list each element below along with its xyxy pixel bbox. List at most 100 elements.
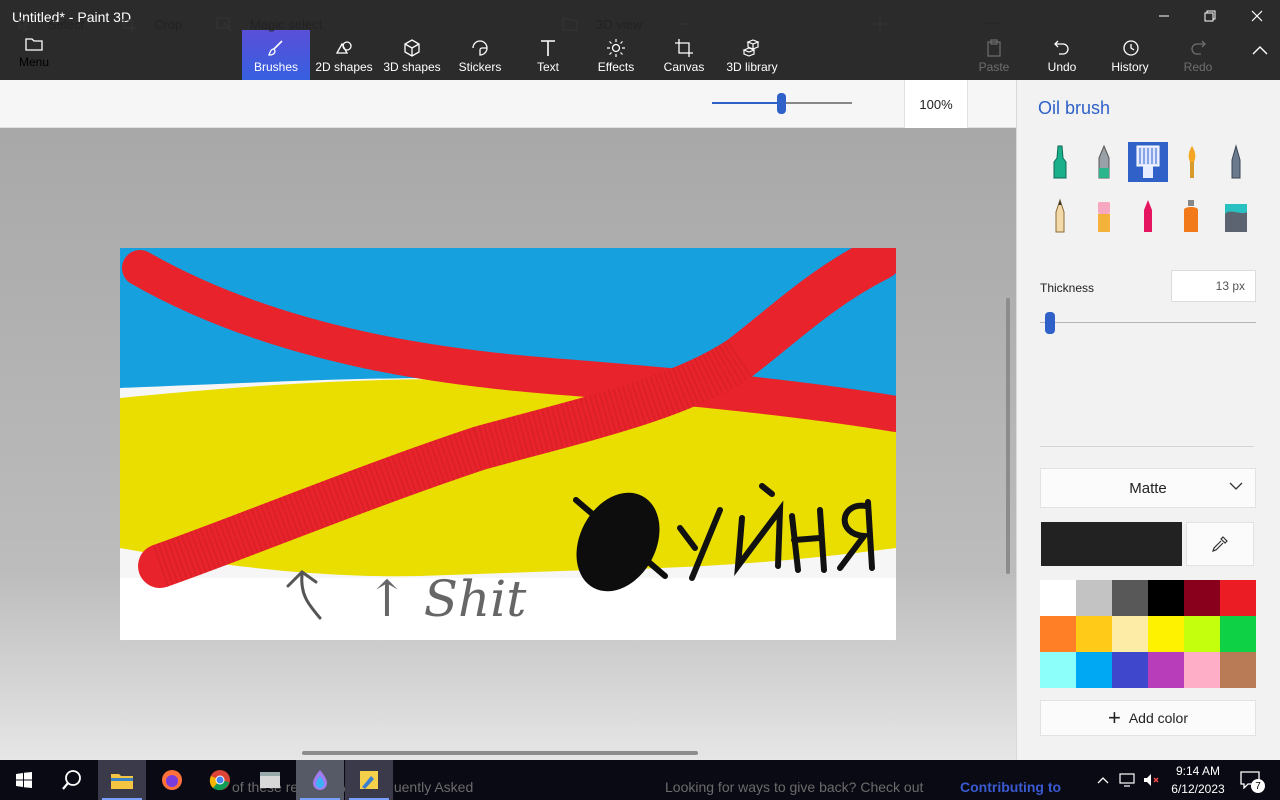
brush-eraser[interactable]: [1084, 196, 1124, 236]
network-icon: [1119, 773, 1135, 787]
search-icon: [62, 770, 81, 790]
chevron-up-icon: [1252, 46, 1268, 55]
brush-fill-bucket[interactable]: [1216, 196, 1256, 236]
background-text-right: Looking for ways to give back? Check out: [665, 779, 924, 795]
finish-dropdown[interactable]: Matte: [1040, 468, 1256, 508]
spray-can-icon: [1184, 200, 1198, 232]
more-options-button[interactable]: ···: [983, 0, 1002, 48]
chevron-up-icon: [1097, 777, 1109, 784]
color-swatch[interactable]: [1040, 652, 1076, 688]
zoom-slider-fill: [712, 102, 782, 104]
brush-pixel-pen[interactable]: [1216, 142, 1256, 182]
color-swatch[interactable]: [1112, 616, 1148, 652]
taskbar-file-explorer[interactable]: [98, 760, 146, 800]
tab-3d-library[interactable]: 3D library: [720, 30, 784, 80]
color-swatch[interactable]: [1148, 652, 1184, 688]
start-button[interactable]: [0, 760, 48, 800]
tab-3d-shapes[interactable]: 3D shapes: [380, 30, 444, 80]
zoom-in-button[interactable]: [872, 0, 906, 48]
collapse-ribbon-button[interactable]: [1252, 42, 1268, 58]
thickness-label: Thickness: [1040, 281, 1095, 295]
color-swatch[interactable]: [1112, 580, 1148, 616]
3d-view-button[interactable]: 3D view: [562, 0, 642, 48]
redo-label: Redo: [1183, 60, 1213, 74]
restore-button[interactable]: [1187, 0, 1233, 32]
eyedropper-button[interactable]: [1186, 522, 1254, 566]
color-swatch[interactable]: [1076, 616, 1112, 652]
color-swatch[interactable]: [1148, 580, 1184, 616]
color-swatch[interactable]: [1076, 652, 1112, 688]
eraser-icon: [1098, 202, 1110, 232]
magic-select-label: Magic select: [250, 16, 323, 32]
brush-spray-can[interactable]: [1172, 196, 1212, 236]
select-button[interactable]: Select: [18, 0, 84, 48]
tray-overflow-button[interactable]: [1094, 760, 1112, 800]
close-button[interactable]: [1234, 0, 1280, 32]
brush-calligraphy-pen[interactable]: [1084, 142, 1124, 182]
2d-shapes-icon: [335, 41, 352, 54]
brush-marker[interactable]: [1040, 142, 1080, 182]
tab-3d-shapes-label: 3D shapes: [383, 60, 441, 74]
tab-stickers-label: Stickers: [458, 60, 502, 74]
oil-brush-icon: [1136, 145, 1160, 178]
minimize-button[interactable]: [1141, 0, 1187, 32]
color-swatch[interactable]: [1184, 580, 1220, 616]
add-color-button[interactable]: + Add color: [1040, 700, 1256, 736]
panel-title: Oil brush: [1038, 98, 1111, 118]
horizontal-scrollbar[interactable]: [302, 751, 698, 755]
color-swatch[interactable]: [1040, 580, 1076, 616]
minimize-icon: [1159, 15, 1169, 17]
undo-icon: [1054, 40, 1069, 55]
search-button[interactable]: [48, 760, 96, 800]
background-link: Contributing to: [960, 779, 1062, 795]
brush-watercolor[interactable]: [1172, 142, 1212, 182]
command-bar: [0, 80, 1016, 128]
color-swatch[interactable]: [1220, 652, 1256, 688]
taskbar-firefox[interactable]: [148, 760, 196, 800]
color-swatch[interactable]: [1040, 616, 1076, 652]
thickness-slider-thumb[interactable]: [1045, 312, 1055, 334]
magic-select-button[interactable]: Magic select: [216, 0, 322, 48]
undo-label: Undo: [1047, 60, 1077, 74]
drawing-canvas[interactable]: ↑ Shit: [120, 248, 896, 640]
fill-bucket-icon: [1225, 204, 1247, 232]
color-swatch[interactable]: [1112, 652, 1148, 688]
color-swatch[interactable]: [1148, 616, 1184, 652]
zoom-percentage[interactable]: 100%: [904, 80, 968, 128]
color-swatch[interactable]: [1184, 652, 1220, 688]
brush-pencil[interactable]: [1040, 196, 1080, 236]
color-swatch[interactable]: [1184, 616, 1220, 652]
crop-button[interactable]: Crop: [120, 0, 182, 48]
vertical-scrollbar[interactable]: [1006, 298, 1010, 574]
zoom-slider-thumb[interactable]: [777, 93, 786, 114]
plus-icon: +: [1107, 705, 1121, 730]
chevron-down-icon: [1229, 482, 1243, 490]
volume-button[interactable]: [1140, 760, 1162, 800]
restore-icon: [1204, 10, 1216, 22]
clock[interactable]: 9:14 AM 6/12/2023: [1160, 762, 1236, 798]
windows-logo-icon: [16, 772, 32, 788]
history-button[interactable]: History: [1100, 30, 1160, 80]
brush-oil-brush[interactable]: [1128, 142, 1168, 182]
thickness-input[interactable]: 13 px: [1171, 270, 1256, 302]
paste-label: Paste: [978, 60, 1010, 74]
taskbar-paint-3d[interactable]: [296, 760, 344, 800]
current-color-swatch[interactable]: [1041, 522, 1182, 566]
close-icon: [1251, 10, 1263, 22]
color-swatch[interactable]: [1076, 580, 1112, 616]
brush-crayon[interactable]: [1128, 196, 1168, 236]
taskbar-paint[interactable]: [345, 760, 393, 800]
crop-label: Crop: [154, 16, 183, 32]
zoom-out-button[interactable]: [676, 0, 710, 48]
notification-count-badge: 7: [1251, 779, 1265, 793]
network-button[interactable]: [1116, 760, 1138, 800]
color-swatch[interactable]: [1220, 580, 1256, 616]
thickness-slider-track[interactable]: [1040, 322, 1256, 323]
undo-button[interactable]: Undo: [1032, 30, 1092, 80]
taskbar-chrome[interactable]: [196, 760, 244, 800]
marker-icon: [1053, 145, 1067, 179]
redo-button[interactable]: Redo: [1168, 30, 1228, 80]
tab-stickers[interactable]: Stickers: [448, 30, 512, 80]
taskbar-app-window[interactable]: [246, 760, 294, 800]
color-swatch[interactable]: [1220, 616, 1256, 652]
